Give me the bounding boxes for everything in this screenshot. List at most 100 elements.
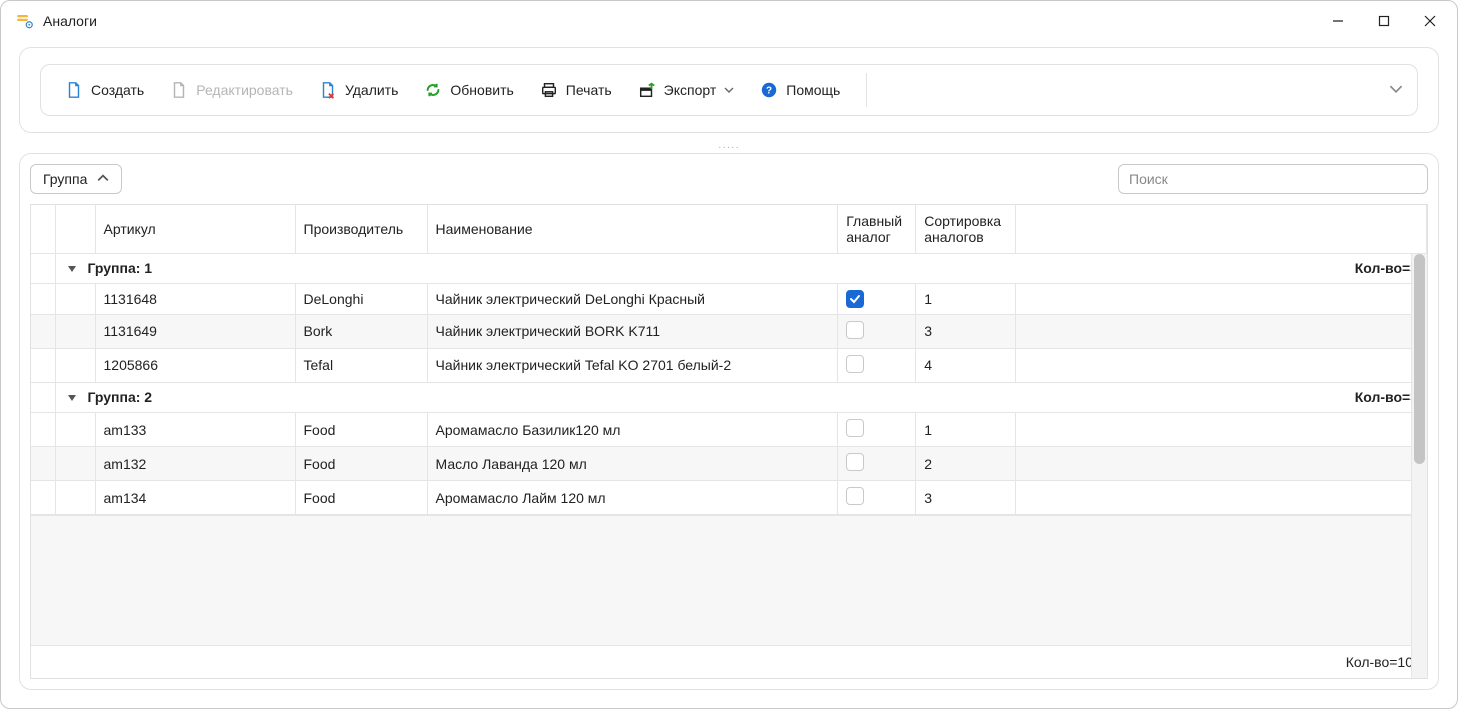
main-analog-checkbox[interactable] [846, 355, 864, 373]
chevron-up-icon [97, 171, 109, 187]
svg-text:?: ? [766, 86, 772, 97]
cell-name[interactable]: Чайник электрический DeLonghi Красный [427, 283, 838, 314]
document-edit-icon [170, 81, 188, 99]
group-count: Кол-во=3 [1355, 260, 1418, 276]
group-count: Кол-во=3 [1355, 389, 1418, 405]
cell-article[interactable]: 1131649 [95, 314, 295, 348]
cell-main-analog[interactable] [838, 447, 916, 481]
cell-name[interactable]: Чайник электрический Tefal KO 2701 белый… [427, 348, 838, 382]
column-selector[interactable] [31, 205, 55, 253]
group-label: Группа: 2 [88, 389, 153, 405]
cell-article[interactable]: am133 [95, 413, 295, 447]
document-delete-icon [319, 81, 337, 99]
cell-manufacturer[interactable]: DeLonghi [295, 283, 427, 314]
create-button[interactable]: Создать [55, 75, 154, 105]
refresh-button[interactable]: Обновить [414, 75, 523, 105]
grid-footer: Кол-во=10 [31, 645, 1427, 678]
cell-manufacturer[interactable]: Tefal [295, 348, 427, 382]
cell-main-analog[interactable] [838, 481, 916, 515]
table-row[interactable]: am133FoodАромамасло Базилик120 мл 1 [31, 413, 1427, 447]
cell-sort[interactable]: 4 [916, 348, 1016, 382]
cell-extra [1016, 348, 1427, 382]
grid-total-label: Кол-во=10 [1346, 654, 1413, 670]
document-new-icon [65, 81, 83, 99]
cell-article[interactable]: am132 [95, 447, 295, 481]
cell-main-analog[interactable] [838, 314, 916, 348]
column-name[interactable]: Наименование [427, 205, 838, 253]
refresh-icon [424, 81, 442, 99]
search-input[interactable] [1118, 164, 1428, 194]
app-window: Аналоги Создать [0, 0, 1458, 709]
window-close-button[interactable] [1407, 1, 1453, 41]
cell-manufacturer[interactable]: Food [295, 413, 427, 447]
column-article[interactable]: Артикул [95, 205, 295, 253]
cell-name[interactable]: Аромамасло Лайм 120 мл [427, 481, 838, 515]
main-analog-checkbox[interactable] [846, 290, 864, 308]
app-icon [13, 10, 35, 32]
export-label: Экспорт [664, 82, 717, 98]
group-collapse-icon[interactable] [64, 390, 80, 406]
column-extra [1016, 205, 1427, 253]
panel-splitter[interactable]: ····· [1, 141, 1457, 153]
cell-name[interactable]: Чайник электрический BORK K711 [427, 314, 838, 348]
cell-sort[interactable]: 1 [916, 283, 1016, 314]
cell-name[interactable]: Аромамасло Базилик120 мл [427, 413, 838, 447]
table-row[interactable]: am132FoodМасло Лаванда 120 мл 2 [31, 447, 1427, 481]
main-analog-checkbox[interactable] [846, 487, 864, 505]
cell-article[interactable]: 1205866 [95, 348, 295, 382]
column-group-indent [55, 205, 95, 253]
cell-main-analog[interactable] [838, 283, 916, 314]
print-label: Печать [566, 82, 612, 98]
toolbar: Создать Редактировать [40, 64, 1418, 116]
cell-manufacturer[interactable]: Bork [295, 314, 427, 348]
help-button[interactable]: ? Помощь [750, 75, 850, 105]
cell-manufacturer[interactable]: Food [295, 447, 427, 481]
table-row[interactable]: am134FoodАромамасло Лайм 120 мл 3 [31, 481, 1427, 515]
titlebar: Аналоги [1, 1, 1457, 41]
column-manufacturer[interactable]: Производитель [295, 205, 427, 253]
group-collapse-icon[interactable] [64, 261, 80, 277]
group-label: Группа: 1 [88, 260, 153, 276]
cell-article[interactable]: 1131648 [95, 283, 295, 314]
groupby-chip[interactable]: Группа [30, 164, 122, 194]
print-icon [540, 81, 558, 99]
cell-name[interactable]: Масло Лаванда 120 мл [427, 447, 838, 481]
column-sort-analogs[interactable]: Сортировкааналогов [916, 205, 1016, 253]
edit-button[interactable]: Редактировать [160, 75, 303, 105]
table-row[interactable]: 1131648DeLonghiЧайник электрический DeLo… [31, 283, 1427, 314]
cell-sort[interactable]: 2 [916, 447, 1016, 481]
print-button[interactable]: Печать [530, 75, 622, 105]
delete-label: Удалить [345, 82, 398, 98]
cell-sort[interactable]: 1 [916, 413, 1016, 447]
chevron-down-icon [724, 82, 734, 98]
toolbar-separator [866, 73, 867, 107]
delete-button[interactable]: Удалить [309, 75, 408, 105]
table-row[interactable]: 1131649BorkЧайник электрический BORK K71… [31, 314, 1427, 348]
group-row[interactable]: Группа: 1 Кол-во=3 [31, 253, 1427, 283]
cell-manufacturer[interactable]: Food [295, 481, 427, 515]
cell-sort[interactable]: 3 [916, 481, 1016, 515]
cell-main-analog[interactable] [838, 348, 916, 382]
window-maximize-button[interactable] [1361, 1, 1407, 41]
main-analog-checkbox[interactable] [846, 419, 864, 437]
table-row[interactable]: 1205866TefalЧайник электрический Tefal K… [31, 348, 1427, 382]
window-title: Аналоги [43, 13, 97, 29]
cell-main-analog[interactable] [838, 413, 916, 447]
grid-toolbar: Группа [30, 164, 1428, 194]
grid-empty-area [31, 515, 1427, 645]
cell-article[interactable]: am134 [95, 481, 295, 515]
group-row[interactable]: Группа: 2 Кол-во=3 [31, 382, 1427, 412]
help-label: Помощь [786, 82, 840, 98]
window-minimize-button[interactable] [1315, 1, 1361, 41]
data-grid: Артикул Производитель Наименование Главн… [30, 204, 1428, 679]
export-button[interactable]: Экспорт [628, 75, 745, 105]
vertical-scrollbar[interactable] [1411, 254, 1427, 678]
toolbar-overflow-button[interactable] [1389, 82, 1403, 99]
main-analog-checkbox[interactable] [846, 453, 864, 471]
edit-label: Редактировать [196, 82, 293, 98]
create-label: Создать [91, 82, 144, 98]
cell-sort[interactable]: 3 [916, 314, 1016, 348]
scrollbar-thumb[interactable] [1414, 254, 1425, 464]
column-main-analog[interactable]: Главныйаналог [838, 205, 916, 253]
main-analog-checkbox[interactable] [846, 321, 864, 339]
